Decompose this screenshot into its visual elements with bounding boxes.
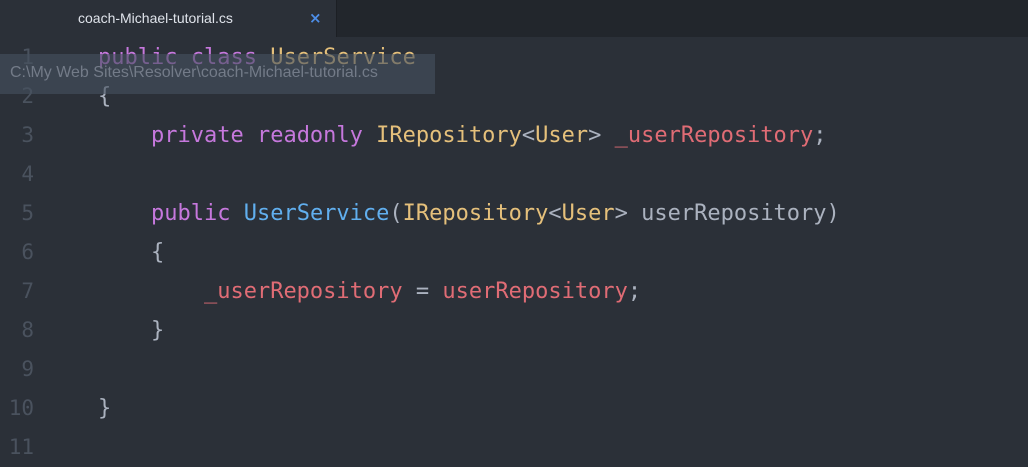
code-text: private readonly IRepository<User> _user… (98, 116, 827, 155)
code-line[interactable]: 11 (0, 428, 1028, 467)
code-token: userRepository (442, 279, 628, 304)
code-line[interactable]: 7 _userRepository = userRepository; (0, 272, 1028, 311)
code-token: User (535, 123, 589, 148)
code-line[interactable]: 5 public UserService(IRepository<User> u… (0, 194, 1028, 233)
code-token: ( (389, 201, 403, 226)
code-text: { (98, 233, 164, 272)
code-token: ; (813, 123, 827, 148)
code-text: public UserService(IRepository<User> use… (98, 194, 840, 233)
code-line[interactable]: 4 (0, 155, 1028, 194)
line-number: 7 (21, 279, 34, 303)
code-line[interactable]: 3 private readonly IRepository<User> _us… (0, 116, 1028, 155)
code-line[interactable]: 9 (0, 350, 1028, 389)
line-number: 5 (21, 201, 34, 225)
code-text: } (98, 389, 111, 428)
code-text: _userRepository = userRepository; (98, 272, 641, 311)
file-path-text: C:\My Web Sites\Resolver\coach-Michael-t… (10, 64, 378, 81)
code-token: public (150, 201, 231, 226)
code-token: userRepository (641, 201, 827, 226)
code-token: ) (826, 201, 840, 226)
code-token: > (588, 123, 615, 148)
code-token: IRepository (376, 123, 522, 148)
code-token: } (98, 396, 112, 421)
code-editor[interactable]: 1public class UserService2{3 private rea… (0, 37, 1028, 459)
code-token: < (521, 123, 536, 148)
code-token: _userRepository (203, 279, 403, 304)
close-icon[interactable]: × (309, 9, 322, 27)
tab-filename: coach-Michael-tutorial.cs (78, 10, 233, 26)
tab-bar: coach-Michael-tutorial.cs × (0, 0, 1028, 37)
code-token: = (402, 279, 443, 304)
line-number: 3 (21, 123, 34, 147)
file-path-tooltip: C:\My Web Sites\Resolver\coach-Michael-t… (0, 54, 435, 94)
code-token: IRepository (402, 201, 549, 226)
code-line[interactable]: 10} (0, 389, 1028, 428)
code-line[interactable]: 6 { (0, 233, 1028, 272)
code-text: } (98, 311, 164, 350)
line-number: 9 (21, 357, 34, 381)
line-number: 4 (21, 162, 34, 186)
code-line[interactable]: 8 } (0, 311, 1028, 350)
code-token: } (98, 318, 165, 343)
code-token: { (98, 240, 165, 265)
code-token: private (150, 123, 244, 148)
code-token: UserService (243, 201, 390, 226)
code-token: _userRepository (614, 123, 814, 148)
line-number: 6 (21, 240, 34, 264)
code-token: User (561, 201, 615, 226)
line-number: 10 (8, 396, 34, 420)
code-token: readonly (256, 123, 363, 148)
code-token: ; (627, 279, 642, 304)
line-number: 8 (21, 318, 34, 342)
tab-active-file[interactable]: coach-Michael-tutorial.cs × (0, 0, 337, 37)
code-token: < (548, 201, 562, 226)
code-token: > (614, 201, 642, 226)
line-number: 11 (8, 435, 34, 459)
